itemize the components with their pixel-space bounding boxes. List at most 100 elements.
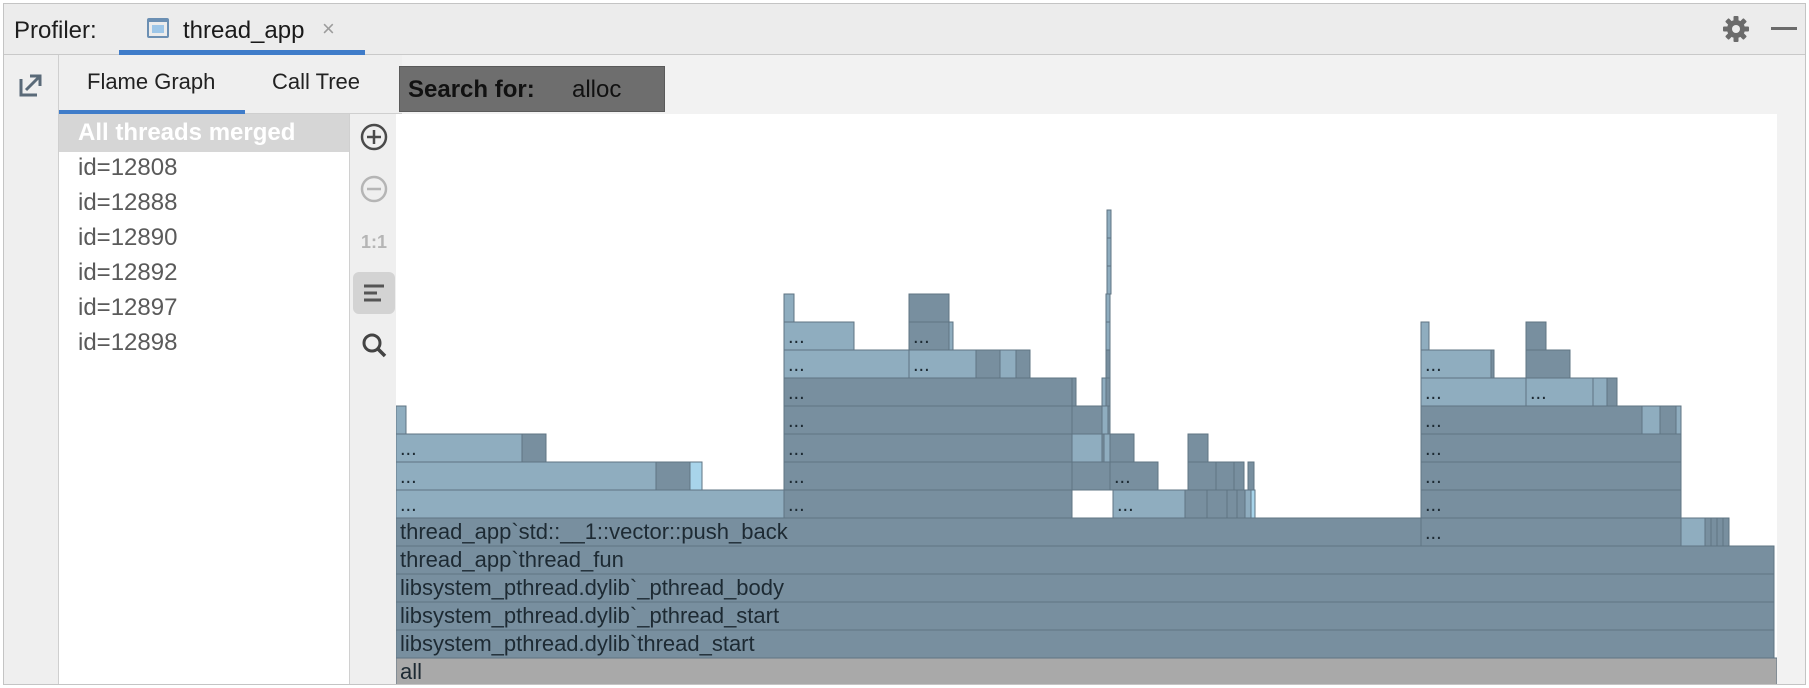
flame-frame[interactable]: [1675, 405, 1682, 435]
flame-frame[interactable]: [1107, 405, 1111, 435]
frame-label-base: thread_app`thread_fun: [400, 547, 624, 572]
flame-frame[interactable]: [975, 349, 1001, 379]
minimize-icon[interactable]: [1771, 27, 1797, 30]
flame-frame[interactable]: [1105, 377, 1111, 407]
flame-frame[interactable]: [1716, 517, 1724, 547]
thread-item[interactable]: id=12890: [59, 219, 349, 257]
gear-icon[interactable]: [1721, 14, 1751, 44]
svg-text:1:1: 1:1: [361, 232, 387, 252]
flame-frame[interactable]: [655, 461, 691, 491]
flame-frame[interactable]: [1420, 489, 1682, 519]
flame-frame[interactable]: [1236, 489, 1246, 519]
frame-label-base: libsystem_pthread.dylib`_pthread_body: [400, 575, 784, 600]
frame-label-ellipsis: ...: [1425, 382, 1442, 404]
flame-frame[interactable]: [783, 377, 1073, 407]
thread-item[interactable]: id=12808: [59, 149, 349, 187]
flame-frame[interactable]: [1215, 461, 1235, 491]
flame-frame[interactable]: [783, 489, 1073, 519]
flame-frame[interactable]: [1101, 405, 1109, 435]
thread-item[interactable]: id=12892: [59, 254, 349, 292]
zoom-in-icon[interactable]: [353, 116, 395, 158]
frame-label-base: libsystem_pthread.dylib`thread_start: [400, 631, 755, 656]
thread-item[interactable]: id=12888: [59, 184, 349, 222]
flame-frame[interactable]: [1105, 321, 1111, 351]
flame-frame[interactable]: [1420, 321, 1430, 351]
flame-frame[interactable]: [1641, 405, 1661, 435]
flame-frame[interactable]: [1106, 237, 1112, 267]
flame-frame[interactable]: [1071, 433, 1103, 463]
flame-frame[interactable]: [1704, 517, 1712, 547]
flame-frame[interactable]: [783, 405, 1073, 435]
flame-frame[interactable]: [908, 293, 950, 323]
flame-frame[interactable]: [1106, 209, 1112, 239]
tab-call-tree[interactable]: Call Tree: [272, 69, 360, 95]
flame-frame[interactable]: [1187, 433, 1209, 463]
flame-frame[interactable]: [1606, 377, 1618, 407]
flame-frame[interactable]: [1184, 489, 1208, 519]
flame-frame[interactable]: [999, 349, 1017, 379]
flame-frame[interactable]: [1680, 517, 1706, 547]
flame-frame[interactable]: [689, 461, 703, 491]
flame-frame[interactable]: [1015, 349, 1031, 379]
flame-frame[interactable]: [1105, 349, 1111, 379]
flame-frame[interactable]: [1071, 405, 1103, 435]
flame-frame[interactable]: [1420, 433, 1682, 463]
thread-item-all-merged[interactable]: All threads merged: [59, 114, 349, 152]
flame-frame[interactable]: [1103, 433, 1111, 463]
profiler-window: Profiler: thread_app × Flame Graph Call …: [3, 3, 1806, 685]
tab-flame-graph[interactable]: Flame Graph: [87, 69, 215, 95]
flame-frame[interactable]: [1105, 293, 1111, 323]
tab-thread-app[interactable]: thread_app ×: [119, 4, 365, 55]
search-input[interactable]: alloc: [572, 76, 621, 104]
flame-frame[interactable]: [1233, 461, 1245, 491]
reset-zoom-icon[interactable]: 1:1: [353, 220, 395, 262]
frame-label-ellipsis: ...: [1425, 466, 1442, 488]
flame-frame[interactable]: [1244, 489, 1252, 519]
zoom-out-icon[interactable]: [353, 168, 395, 210]
flame-frame[interactable]: [1101, 377, 1107, 407]
flame-frame[interactable]: [1226, 489, 1238, 519]
flame-frame[interactable]: [1109, 433, 1135, 463]
frame-label-ellipsis: ...: [788, 382, 805, 404]
flame-frame[interactable]: [1420, 461, 1682, 491]
flame-frame[interactable]: [1420, 517, 1682, 547]
flame-frame[interactable]: [1071, 377, 1077, 407]
frame-label-ellipsis: ...: [1425, 410, 1442, 432]
flame-frame[interactable]: [1106, 265, 1112, 295]
search-field[interactable]: Search for: alloc: [399, 66, 665, 112]
flame-frame[interactable]: [396, 405, 407, 435]
flame-frame[interactable]: [1247, 461, 1255, 491]
flame-frame[interactable]: [1420, 405, 1643, 435]
thread-item[interactable]: id=12897: [59, 289, 349, 327]
flame-frame[interactable]: [783, 433, 1073, 463]
flame-frame[interactable]: [783, 293, 795, 323]
flame-frame-root[interactable]: [396, 657, 1777, 685]
flame-frame[interactable]: [1250, 489, 1256, 519]
flame-frame[interactable]: [1710, 517, 1718, 547]
flame-frame[interactable]: [1187, 461, 1217, 491]
frame-label-ellipsis: ...: [1425, 438, 1442, 460]
frame-label-ellipsis: ...: [788, 410, 805, 432]
flame-frame[interactable]: [396, 461, 657, 491]
close-icon[interactable]: ×: [322, 16, 335, 42]
flame-frame[interactable]: [1206, 489, 1228, 519]
flame-frame[interactable]: [783, 461, 1073, 491]
flame-frame[interactable]: [1490, 349, 1495, 379]
flame-frame[interactable]: [1071, 461, 1111, 491]
flame-frame[interactable]: [1592, 377, 1608, 407]
flame-frame[interactable]: [1525, 321, 1547, 351]
flame-frame[interactable]: [1659, 405, 1677, 435]
flame-frame[interactable]: [396, 489, 785, 519]
export-icon[interactable]: [17, 71, 45, 99]
flame-frame[interactable]: [521, 433, 547, 463]
frame-label-ellipsis: ...: [913, 354, 930, 376]
search-icon[interactable]: [353, 324, 395, 366]
frame-label-base: libsystem_pthread.dylib`_pthread_start: [400, 603, 779, 628]
flame-frame[interactable]: [948, 321, 954, 351]
flame-graph[interactable]: all libsystem_pthread.dylib`thread_start l…: [396, 114, 1777, 685]
thread-item[interactable]: id=12898: [59, 324, 349, 362]
frame-label-ellipsis: ...: [1114, 466, 1131, 488]
align-left-icon[interactable]: [353, 272, 395, 314]
flame-frame[interactable]: [1525, 349, 1571, 379]
flame-frame[interactable]: [1722, 517, 1730, 547]
